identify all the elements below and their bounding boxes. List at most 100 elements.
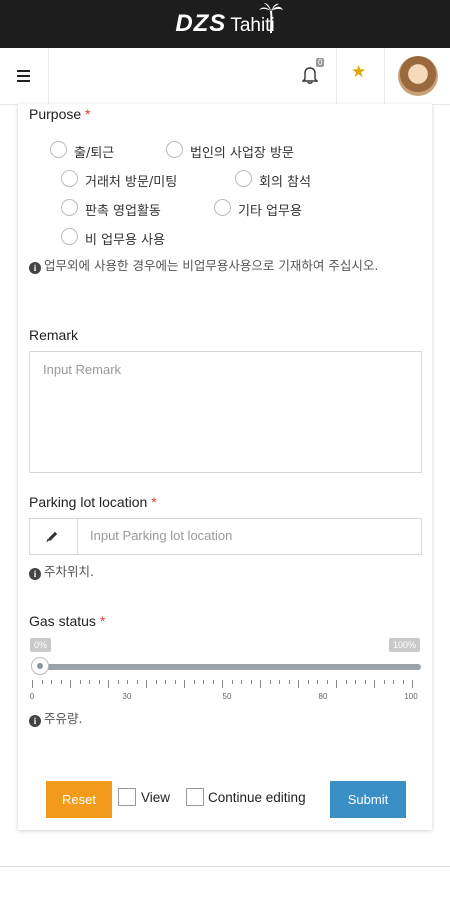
continue-editing-checkbox[interactable] [186, 788, 204, 806]
parking-help: i 주차위치. [29, 562, 94, 582]
notification-badge: 0 [316, 58, 325, 67]
palm-tree-icon [259, 3, 283, 34]
hamburger-icon[interactable] [17, 70, 30, 85]
gas-label: Gas status * [29, 613, 105, 629]
slider-tick [184, 680, 185, 688]
slider-tick [89, 680, 90, 684]
purpose-help: i 업무외에 사용한 경우에는 비업무용사용으로 기재하여 주십시오. [29, 256, 422, 276]
info-icon: i [29, 262, 41, 274]
slider-tick [70, 680, 71, 688]
page-divider [0, 866, 450, 867]
slider-tick [364, 680, 366, 684]
slider-min-label: 0% [30, 638, 52, 652]
radio-label: 비 업무용 사용 [85, 233, 166, 248]
radio-label: 판촉 영업활동 [85, 204, 161, 219]
parking-label-text: Parking lot location [29, 494, 148, 510]
reset-button[interactable]: Reset [46, 781, 112, 818]
gas-label-text: Gas status [29, 613, 96, 629]
slider-tick [60, 680, 62, 684]
top-brand-bar: DZS Tahiti [0, 0, 450, 48]
view-label: View [141, 790, 171, 805]
slider-tick [79, 680, 81, 684]
slider-tick [203, 680, 204, 684]
slider-max-label: 100% [389, 638, 421, 652]
required-mark: * [85, 106, 91, 122]
radio-button[interactable] [61, 228, 78, 245]
info-icon: i [29, 715, 41, 727]
radio-button[interactable] [61, 170, 78, 187]
slider-tick [412, 680, 413, 688]
brand-logo: DZS [175, 10, 227, 37]
required-mark: * [151, 494, 157, 510]
tick-label: 0 [29, 692, 35, 701]
star-icon[interactable]: ★ [351, 62, 366, 82]
slider-tick [279, 680, 280, 684]
radio-label: 법인의 사업장 방문 [190, 146, 294, 161]
header-divider [336, 48, 337, 104]
parking-label: Parking lot location * [29, 494, 157, 510]
tick-label: 50 [222, 692, 232, 701]
radio-button[interactable] [50, 141, 67, 158]
slider-tick [32, 680, 33, 688]
remark-label: Remark [29, 327, 79, 343]
gas-slider-handle[interactable] [31, 657, 49, 675]
bell-icon[interactable] [302, 66, 318, 84]
tick-label: 100 [404, 692, 418, 701]
slider-tick [174, 680, 176, 684]
slider-tick [298, 680, 299, 688]
gas-slider-track[interactable] [36, 664, 421, 670]
info-icon: i [29, 568, 41, 580]
radio-label: 기타 업무용 [238, 204, 302, 219]
radio-label: 거래처 방문/미팅 [85, 175, 178, 190]
submit-button[interactable]: Submit [330, 781, 406, 818]
continue-editing-label: Continue editing [208, 790, 306, 805]
slider-tick [231, 680, 233, 684]
purpose-help-text: 업무외에 사용한 경우에는 비업무용사용으로 기재하여 주십시오. [44, 258, 379, 273]
slider-tick [355, 680, 356, 684]
gas-help-text: 주유량. [44, 711, 83, 726]
slider-tick [269, 680, 271, 684]
parking-input[interactable]: Input Parking lot location [90, 528, 232, 543]
tick-label: 80 [318, 692, 328, 701]
slider-tick [108, 680, 109, 688]
slider-tick [193, 680, 195, 684]
slider-tick [127, 680, 128, 684]
radio-button[interactable] [214, 199, 231, 216]
radio-button[interactable] [61, 199, 78, 216]
header-divider [384, 48, 385, 104]
slider-tick [317, 680, 318, 684]
pencil-icon [46, 531, 58, 543]
radio-label: 출/퇴근 [74, 146, 115, 161]
slider-tick [41, 680, 43, 684]
view-checkbox[interactable] [118, 788, 136, 806]
slider-tick [250, 680, 252, 684]
parking-input-group[interactable]: Input Parking lot location [29, 518, 422, 555]
app-header: 0 ★ [0, 48, 450, 105]
user-avatar[interactable] [398, 56, 438, 96]
parking-help-text: 주차위치. [44, 564, 94, 579]
slider-tick [212, 680, 214, 684]
slider-tick [98, 680, 100, 684]
slider-tick [51, 680, 52, 684]
slider-tick [402, 680, 404, 684]
slider-tick [288, 680, 290, 684]
slider-tick [146, 680, 147, 688]
slider-tick [241, 680, 242, 684]
radio-button[interactable] [166, 141, 183, 158]
required-mark: * [99, 613, 106, 629]
tick-label: 30 [122, 692, 132, 701]
remark-textarea[interactable]: Input Remark [29, 351, 422, 473]
slider-tick [136, 680, 138, 684]
slider-tick [307, 680, 309, 684]
radio-button[interactable] [235, 170, 252, 187]
slider-tick [326, 680, 328, 684]
slider-tick [336, 680, 337, 688]
purpose-label: Purpose * [29, 106, 91, 122]
slider-tick [374, 680, 375, 688]
slider-tick [222, 680, 223, 688]
slider-tick [393, 680, 394, 684]
slider-ticks [32, 680, 413, 690]
gas-help: i 주유량. [29, 709, 82, 729]
slider-tick [260, 680, 261, 688]
slider-tick [155, 680, 157, 684]
